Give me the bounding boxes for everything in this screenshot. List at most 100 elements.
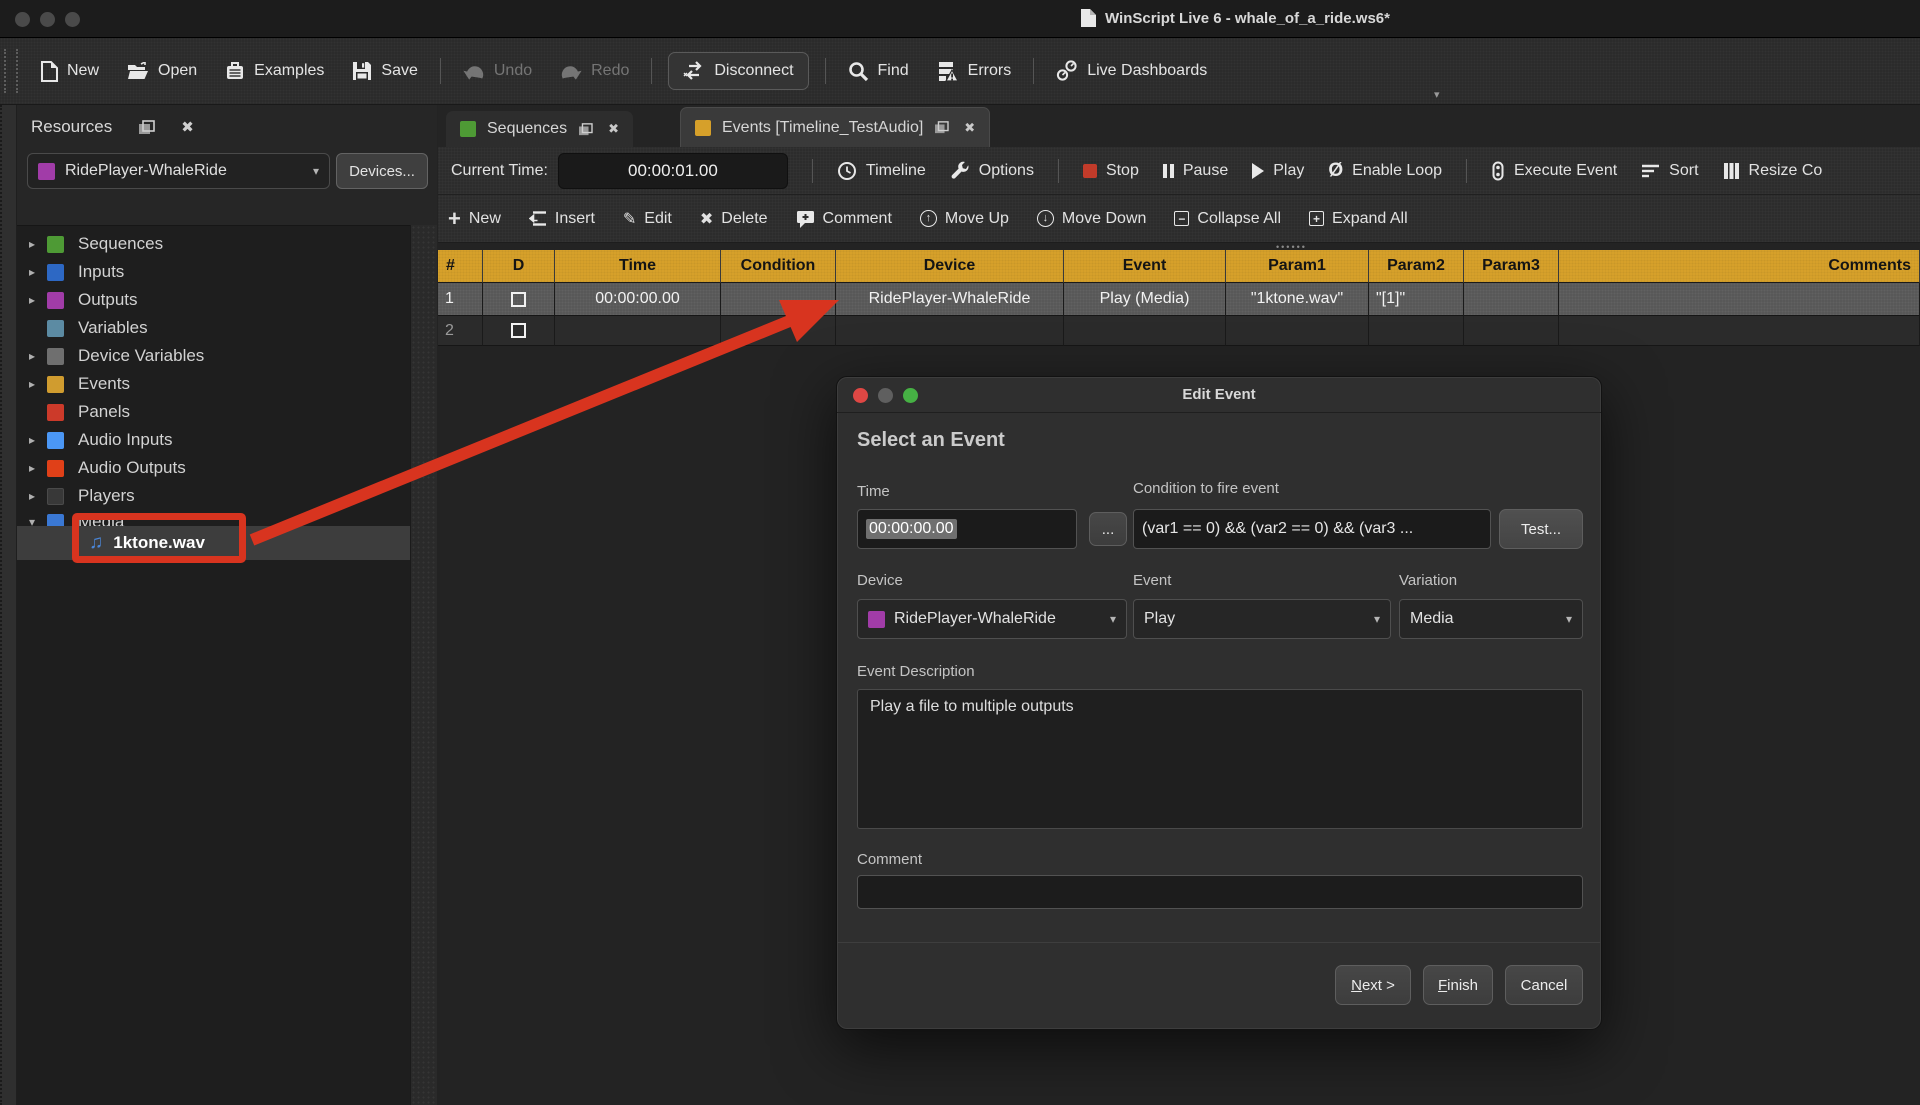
tab-events-timeline-testaudio[interactable]: Events [Timeline_TestAudio] ✖ — [680, 107, 990, 147]
tree-item-outputs[interactable]: ▸ Outputs — [17, 286, 410, 314]
cell-disable[interactable] — [483, 316, 555, 346]
splitter-handle[interactable]: •••••• — [1276, 245, 1307, 249]
open-button[interactable]: Open — [121, 54, 203, 88]
variation-dropdown[interactable]: Media ▾ — [1399, 599, 1583, 639]
tree-scrollbar-gutter[interactable] — [410, 225, 437, 1105]
tree-item-audio-inputs[interactable]: ▸ Audio Inputs — [17, 426, 410, 454]
current-time-input[interactable] — [558, 153, 788, 189]
cell-event[interactable] — [1064, 316, 1226, 346]
cell-device[interactable]: RidePlayer-WhaleRide — [836, 283, 1064, 316]
device-dropdown[interactable]: RidePlayer-WhaleRide ▾ — [857, 599, 1127, 639]
comment-input[interactable] — [857, 875, 1583, 909]
popout-panel-icon[interactable] — [138, 120, 155, 135]
timeline-button[interactable]: Timeline — [837, 161, 926, 181]
new-row-button[interactable]: + New — [448, 210, 501, 228]
save-button[interactable]: Save — [346, 53, 423, 89]
col-comments[interactable]: Comments — [1559, 250, 1920, 283]
move-down-button[interactable]: ↓ Move Down — [1037, 210, 1146, 228]
col-num[interactable]: # — [438, 250, 483, 283]
edit-button[interactable]: ✎ Edit — [623, 209, 672, 229]
move-up-button[interactable]: ↑ Move Up — [920, 210, 1009, 228]
stop-button[interactable]: Stop — [1083, 162, 1139, 180]
disconnect-button[interactable]: Disconnect — [668, 52, 808, 90]
close-panel-icon[interactable]: ✖ — [181, 118, 194, 136]
cell-comments[interactable] — [1559, 283, 1920, 316]
errors-button[interactable]: Errors — [931, 53, 1018, 90]
ellipsis-button[interactable]: ... — [1089, 512, 1127, 546]
toolbar-drag-handle[interactable] — [4, 49, 18, 93]
window-zoom-button[interactable] — [65, 12, 80, 27]
table-row-1[interactable]: 1 00:00:00.00 RidePlayer-WhaleRide Play … — [438, 283, 1920, 316]
col-device[interactable]: Device — [836, 250, 1064, 283]
cell-param1[interactable] — [1226, 316, 1369, 346]
cell-condition[interactable] — [721, 283, 836, 316]
window-minimize-button[interactable] — [40, 12, 55, 27]
col-condition[interactable]: Condition — [721, 250, 836, 283]
live-dashboards-button[interactable]: Live Dashboards — [1050, 52, 1213, 90]
checkbox[interactable] — [511, 292, 526, 307]
expand-arrow-icon[interactable]: ▸ — [17, 265, 47, 279]
redo-button[interactable]: Redo — [554, 53, 635, 89]
test-button[interactable]: Test... — [1499, 509, 1583, 549]
expand-arrow-icon[interactable]: ▸ — [17, 461, 47, 475]
cell-time[interactable]: 00:00:00.00 — [555, 283, 721, 316]
cancel-button[interactable]: Cancel — [1505, 965, 1583, 1005]
tree-item-variables[interactable]: Variables — [17, 314, 410, 342]
play-button[interactable]: Play — [1252, 162, 1304, 180]
cell-param3[interactable] — [1464, 283, 1559, 316]
devices-button[interactable]: Devices... — [336, 153, 428, 189]
col-event[interactable]: Event — [1064, 250, 1226, 283]
tree-item-inputs[interactable]: ▸ Inputs — [17, 258, 410, 286]
tree-item-players[interactable]: ▸ Players — [17, 482, 410, 510]
sort-button[interactable]: Sort — [1641, 162, 1698, 180]
cell-num[interactable]: 2 — [438, 316, 483, 346]
cell-event[interactable]: Play (Media) — [1064, 283, 1226, 316]
pause-button[interactable]: Pause — [1163, 162, 1228, 180]
new-button[interactable]: New — [34, 53, 105, 90]
toolbar-overflow-caret[interactable]: ▾ — [1434, 88, 1440, 101]
col-time[interactable]: Time — [555, 250, 721, 283]
options-button[interactable]: Options — [950, 161, 1034, 181]
cell-time[interactable] — [555, 316, 721, 346]
checkbox[interactable] — [511, 323, 526, 338]
cell-num[interactable]: 1 — [438, 283, 483, 316]
expand-arrow-icon[interactable]: ▸ — [17, 433, 47, 447]
event-dropdown[interactable]: Play ▾ — [1133, 599, 1391, 639]
cell-condition[interactable] — [721, 316, 836, 346]
col-disable[interactable]: D — [483, 250, 555, 283]
device-selector-dropdown[interactable]: RidePlayer-WhaleRide ▾ — [27, 153, 330, 189]
close-tab-icon[interactable]: ✖ — [964, 120, 975, 136]
tree-item-device-variables[interactable]: ▸ Device Variables — [17, 342, 410, 370]
delete-button[interactable]: ✖ Delete — [700, 209, 768, 229]
event-description-box[interactable]: Play a file to multiple outputs — [857, 689, 1583, 829]
cell-comments[interactable] — [1559, 316, 1920, 346]
insert-button[interactable]: Insert — [529, 210, 595, 228]
expand-arrow-icon[interactable]: ▸ — [17, 349, 47, 363]
comment-button[interactable]: Comment — [796, 210, 892, 228]
expand-arrow-icon[interactable]: ▸ — [17, 293, 47, 307]
expand-all-button[interactable]: + Expand All — [1309, 210, 1408, 228]
enable-loop-button[interactable]: Ø Enable Loop — [1328, 160, 1442, 182]
expand-arrow-icon[interactable]: ▸ — [17, 237, 47, 251]
close-tab-icon[interactable]: ✖ — [608, 121, 619, 137]
time-input[interactable]: 00:00:00.00 — [857, 509, 1077, 549]
cell-param2[interactable]: "[1]" — [1369, 283, 1464, 316]
cell-param2[interactable] — [1369, 316, 1464, 346]
col-param3[interactable]: Param3 — [1464, 250, 1559, 283]
execute-event-button[interactable]: Execute Event — [1491, 161, 1617, 181]
col-param2[interactable]: Param2 — [1369, 250, 1464, 283]
popout-tab-icon[interactable] — [934, 121, 949, 134]
find-button[interactable]: Find — [842, 53, 915, 90]
next-button[interactable]: Next > — [1335, 965, 1411, 1005]
expand-arrow-icon[interactable]: ▸ — [17, 377, 47, 391]
tab-sequences[interactable]: Sequences ✖ — [446, 111, 633, 147]
finish-button[interactable]: Finish — [1423, 965, 1493, 1005]
tree-item-audio-outputs[interactable]: ▸ Audio Outputs — [17, 454, 410, 482]
col-param1[interactable]: Param1 — [1226, 250, 1369, 283]
table-row-2[interactable]: 2 — [438, 316, 1920, 346]
tree-item-panels[interactable]: Panels — [17, 398, 410, 426]
window-close-button[interactable] — [15, 12, 30, 27]
expand-arrow-icon[interactable]: ▸ — [17, 489, 47, 503]
tree-item-events[interactable]: ▸ Events — [17, 370, 410, 398]
undo-button[interactable]: Undo — [457, 53, 538, 89]
